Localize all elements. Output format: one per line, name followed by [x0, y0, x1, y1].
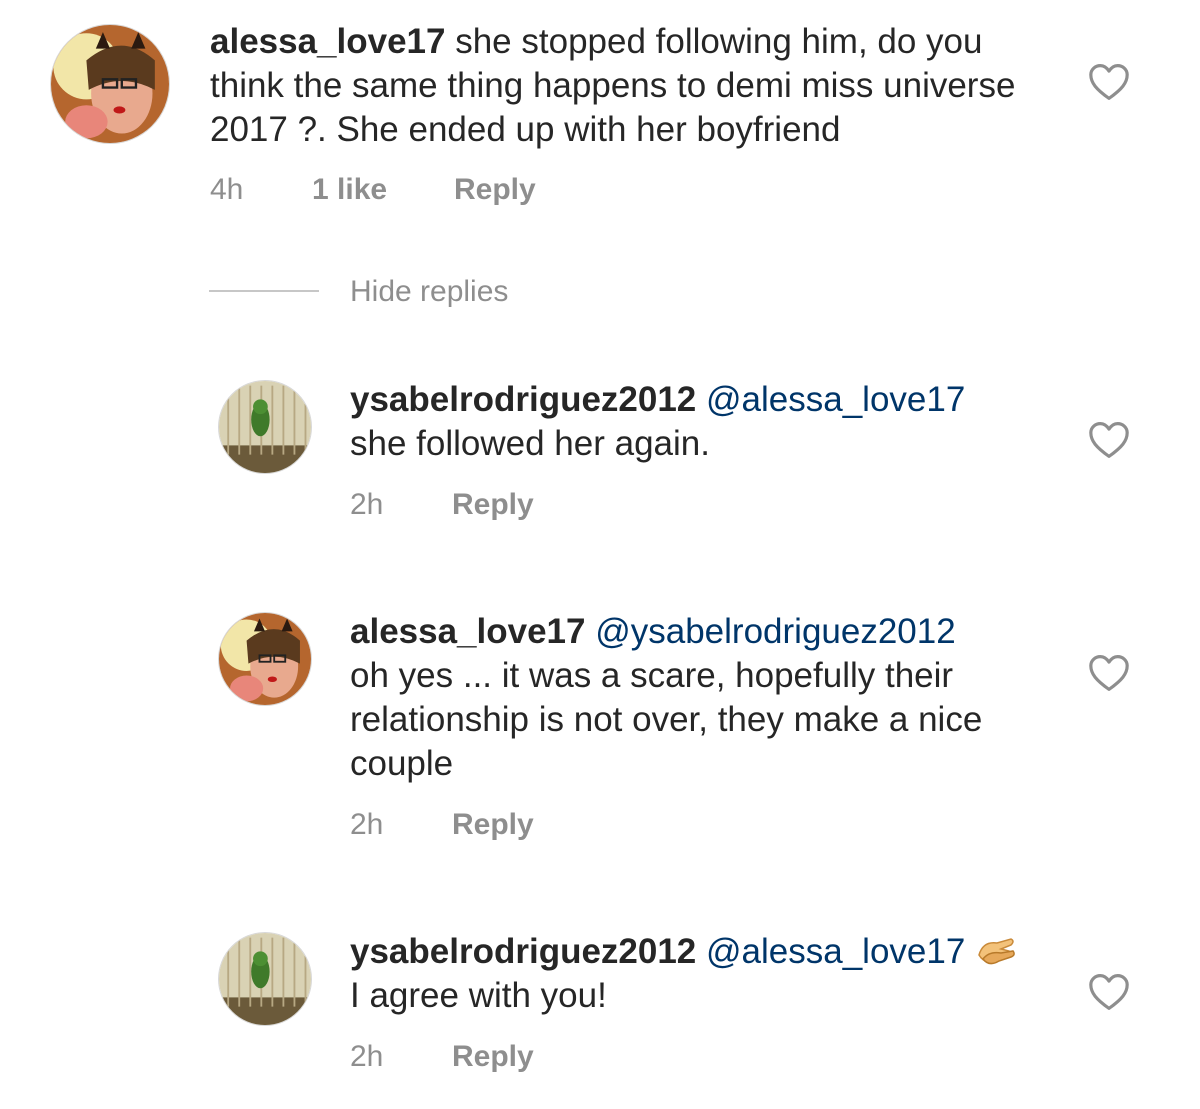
avatar-image [219, 381, 311, 473]
reply-text: she followed her again. [350, 424, 710, 463]
avatar[interactable] [218, 932, 312, 1026]
reply-mention[interactable]: @ysabelrodriguez2012 [595, 612, 955, 651]
reply-button[interactable]: Reply [454, 172, 536, 208]
avatar[interactable] [218, 380, 312, 474]
reply-body: ysabelrodriguez2012 @alessa_love17 she f… [350, 378, 1050, 466]
avatar-image [51, 25, 169, 143]
clapping-hands-emoji-icon [975, 933, 1017, 969]
comment-username[interactable]: alessa_love17 [210, 22, 445, 61]
hide-replies-button[interactable]: Hide replies [350, 274, 508, 310]
avatar[interactable] [218, 612, 312, 706]
reply-time[interactable]: 2h [350, 1039, 452, 1075]
reply-button[interactable]: Reply [452, 807, 534, 843]
reply-body: alessa_love17 @ysabelrodriguez2012 oh ye… [350, 610, 1050, 786]
avatar[interactable] [50, 24, 170, 144]
avatar-image [219, 613, 311, 705]
reply-body: ysabelrodriguez2012 @alessa_love17 I agr… [350, 930, 1070, 1018]
comment-time[interactable]: 4h [210, 172, 312, 208]
comment-meta: 4h 1 like Reply [210, 172, 536, 208]
reply-meta: 2h Reply [350, 1039, 534, 1075]
heart-icon[interactable] [1087, 62, 1131, 102]
reply-button[interactable]: Reply [452, 487, 534, 523]
reply-text: I agree with you! [350, 976, 607, 1015]
comment-body: alessa_love17 she stopped following him,… [210, 20, 1050, 152]
reply-time[interactable]: 2h [350, 807, 452, 843]
reply-username[interactable]: ysabelrodriguez2012 [350, 932, 696, 971]
avatar-image [219, 933, 311, 1025]
reply-meta: 2h Reply [350, 807, 534, 843]
comment-likes[interactable]: 1 like [312, 172, 454, 208]
heart-icon[interactable] [1087, 420, 1131, 460]
heart-icon[interactable] [1087, 972, 1131, 1012]
reply-username[interactable]: alessa_love17 [350, 612, 585, 651]
reply-button[interactable]: Reply [452, 1039, 534, 1075]
heart-icon[interactable] [1087, 653, 1131, 693]
reply-time[interactable]: 2h [350, 487, 452, 523]
reply-meta: 2h Reply [350, 487, 534, 523]
reply-mention[interactable]: @alessa_love17 [706, 380, 965, 419]
reply-text: oh yes ... it was a scare, hopefully the… [350, 656, 983, 783]
reply-username[interactable]: ysabelrodriguez2012 [350, 380, 696, 419]
hide-replies-divider [209, 290, 319, 292]
reply-mention[interactable]: @alessa_love17 [706, 932, 965, 971]
